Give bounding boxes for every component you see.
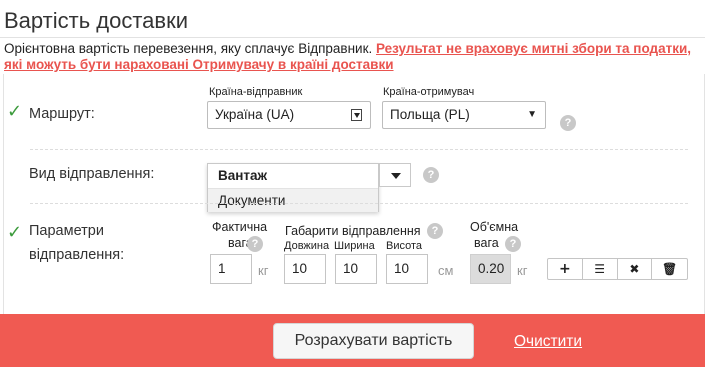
shipment-type-dropdown[interactable]: Вантаж Документи [207,163,379,212]
shipment-type-help-icon[interactable]: ? [423,167,439,183]
weight-unit: кг [258,263,269,278]
volume-weight-value: 0.20 [470,254,511,284]
volume-weight-label: Об'ємна [470,220,519,234]
length-input[interactable]: 10 [284,254,326,284]
route-label: Маршрут: [29,106,95,122]
volume-weight-label-2: вага [474,236,499,250]
width-label: Ширина [334,240,375,252]
volume-weight-unit: кг [517,263,528,278]
dimensions-help-icon[interactable]: ? [427,223,443,239]
parcel-toolbar: + ☰ ✖ 🗑 [547,258,688,280]
chevron-down-icon: ▼ [527,109,537,120]
clear-link[interactable]: Очистити [514,333,582,351]
height-input[interactable]: 10 [386,254,428,284]
receiver-country-select[interactable]: Польща (PL) ▼ [382,101,546,129]
row-divider [30,149,688,150]
dimensions-label: Габарити відправлення [285,224,421,238]
sender-country-select[interactable]: Україна (UA) [207,101,371,129]
shipment-option-documents[interactable]: Документи [208,188,378,212]
notice-text: Орієнтовна вартість перевезення, яку спл… [4,41,373,56]
width-input[interactable]: 10 [335,254,377,284]
parameters-label-line1: Параметри [29,223,104,239]
actual-weight-label: Фактична [212,220,268,234]
title-divider [0,37,705,38]
sender-country-label: Країна-відправник [209,86,303,98]
shipment-type-toggle[interactable] [379,163,411,187]
receiver-country-value: Польща (PL) [390,107,470,122]
list-icon[interactable]: ☰ [583,259,618,279]
calculate-button[interactable]: Розрахувати вартість [273,323,474,359]
chevron-down-icon [351,109,362,121]
close-icon[interactable]: ✖ [618,259,653,279]
length-label: Довжина [284,240,330,252]
shipment-option-cargo[interactable]: Вантаж [208,164,378,188]
dimension-unit: см [438,263,454,278]
volume-weight-help-icon[interactable]: ? [505,236,521,252]
actual-weight-help-icon[interactable]: ? [247,236,263,252]
sender-country-value: Україна (UA) [215,107,295,122]
page-title: Вартість доставки [4,8,189,33]
parameters-label-line2: відправлення: [29,247,125,263]
actual-weight-input[interactable]: 1 [210,254,252,284]
receiver-country-label: Країна-отримувач [383,86,475,98]
route-help-icon[interactable]: ? [560,115,576,131]
parameters-check-icon: ✓ [7,222,23,243]
row-divider [30,203,688,204]
shipment-type-label: Вид відправлення: [29,166,155,182]
add-parcel-icon[interactable]: + [548,259,583,279]
route-check-icon: ✓ [7,101,23,122]
cost-notice: Орієнтовна вартість перевезення, яку спл… [4,41,694,73]
height-label: Висота [386,240,423,252]
trash-icon[interactable]: 🗑 [652,259,687,279]
delivery-cost-page: Вартість доставки Орієнтовна вартість пе… [0,0,705,367]
